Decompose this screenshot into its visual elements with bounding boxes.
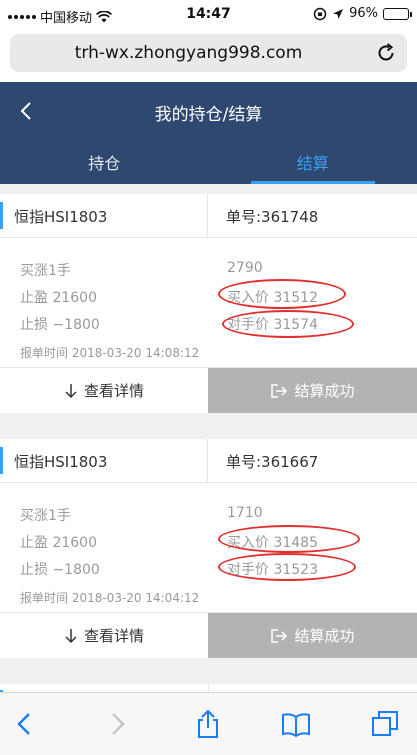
product-name: 恒指HSI1803 bbox=[0, 194, 208, 237]
order-details: 买涨1手 止盈 21600 止损 −1800 报单时间 2018-03-20 1… bbox=[0, 238, 417, 368]
order-direction: 买涨1手 bbox=[20, 263, 71, 279]
order-actions: 查看详情 结算成功 bbox=[0, 368, 417, 413]
order-amount: 1710 bbox=[227, 505, 263, 521]
status-bar: 中国移动 14:47 96% bbox=[0, 0, 417, 30]
tab-settlement[interactable]: 结算 bbox=[209, 140, 417, 184]
app-header: 我的持仓/结算 持仓 结算 bbox=[0, 82, 417, 184]
export-icon bbox=[271, 384, 288, 398]
view-details-button[interactable]: 查看详情 bbox=[0, 368, 208, 413]
order-number: 单号:361667 bbox=[226, 453, 319, 471]
annotation-circle bbox=[218, 279, 346, 309]
order-time: 报单时间 2018-03-20 14:08:12 bbox=[20, 346, 200, 360]
product-name: 恒指HSI1803 bbox=[0, 439, 208, 482]
annotation-circle bbox=[218, 525, 360, 553]
annotation-circle bbox=[222, 310, 354, 338]
browser-address-area: trh-wx.zhongyang998.com bbox=[0, 30, 417, 82]
settled-status-label: 结算成功 bbox=[294, 627, 355, 645]
battery-percent: 96% bbox=[349, 6, 378, 21]
order-card-header: 恒指HSI1803 单号:361748 bbox=[0, 194, 417, 238]
tab-positions[interactable]: 持仓 bbox=[0, 140, 209, 184]
view-details-button[interactable]: 查看详情 bbox=[0, 613, 208, 658]
tab-bar: 持仓 结算 bbox=[0, 140, 417, 184]
location-icon bbox=[333, 8, 344, 19]
browser-forward-icon[interactable] bbox=[102, 709, 132, 739]
stop-loss: 止损 −1800 bbox=[20, 562, 100, 578]
annotation-circle bbox=[218, 553, 356, 581]
battery-icon bbox=[383, 7, 412, 20]
page-title: 我的持仓/结算 bbox=[154, 105, 263, 125]
order-time: 报单时间 2018-03-20 14:04:12 bbox=[20, 591, 200, 605]
order-details: 买涨1手 止盈 21600 止损 −1800 报单时间 2018-03-20 1… bbox=[0, 483, 417, 613]
order-card: 恒指HSI1803 单号:361667 买涨1手 止盈 21600 止损 −18… bbox=[0, 439, 417, 658]
browser-back-icon[interactable] bbox=[10, 709, 40, 739]
settled-status-label: 结算成功 bbox=[294, 382, 355, 400]
url-text: trh-wx.zhongyang998.com bbox=[74, 43, 303, 63]
bookmarks-icon[interactable] bbox=[281, 709, 311, 739]
stop-loss: 止损 −1800 bbox=[20, 317, 100, 333]
take-profit: 止盈 21600 bbox=[20, 290, 97, 306]
arrow-down-icon bbox=[65, 629, 77, 644]
share-icon[interactable] bbox=[193, 709, 223, 739]
browser-toolbar bbox=[0, 692, 417, 755]
settled-status-button[interactable]: 结算成功 bbox=[208, 368, 417, 413]
address-bar[interactable]: trh-wx.zhongyang998.com bbox=[10, 34, 407, 72]
view-details-label: 查看详情 bbox=[83, 382, 144, 400]
export-icon bbox=[271, 629, 288, 643]
order-direction: 买涨1手 bbox=[20, 508, 71, 524]
settled-status-button[interactable]: 结算成功 bbox=[208, 613, 417, 658]
order-amount: 2790 bbox=[227, 260, 263, 276]
take-profit: 止盈 21600 bbox=[20, 535, 97, 551]
reload-icon[interactable] bbox=[375, 42, 397, 64]
arrow-down-icon bbox=[65, 384, 77, 399]
order-number: 单号:361748 bbox=[226, 208, 319, 226]
order-actions: 查看详情 结算成功 bbox=[0, 613, 417, 658]
order-card-header: 恒指HSI1803 单号:361667 bbox=[0, 439, 417, 483]
view-details-label: 查看详情 bbox=[83, 627, 144, 645]
orientation-lock-icon bbox=[313, 7, 327, 20]
tabs-icon[interactable] bbox=[370, 709, 400, 739]
order-card: 恒指HSI1803 单号:361748 买涨1手 止盈 21600 止损 −18… bbox=[0, 194, 417, 413]
